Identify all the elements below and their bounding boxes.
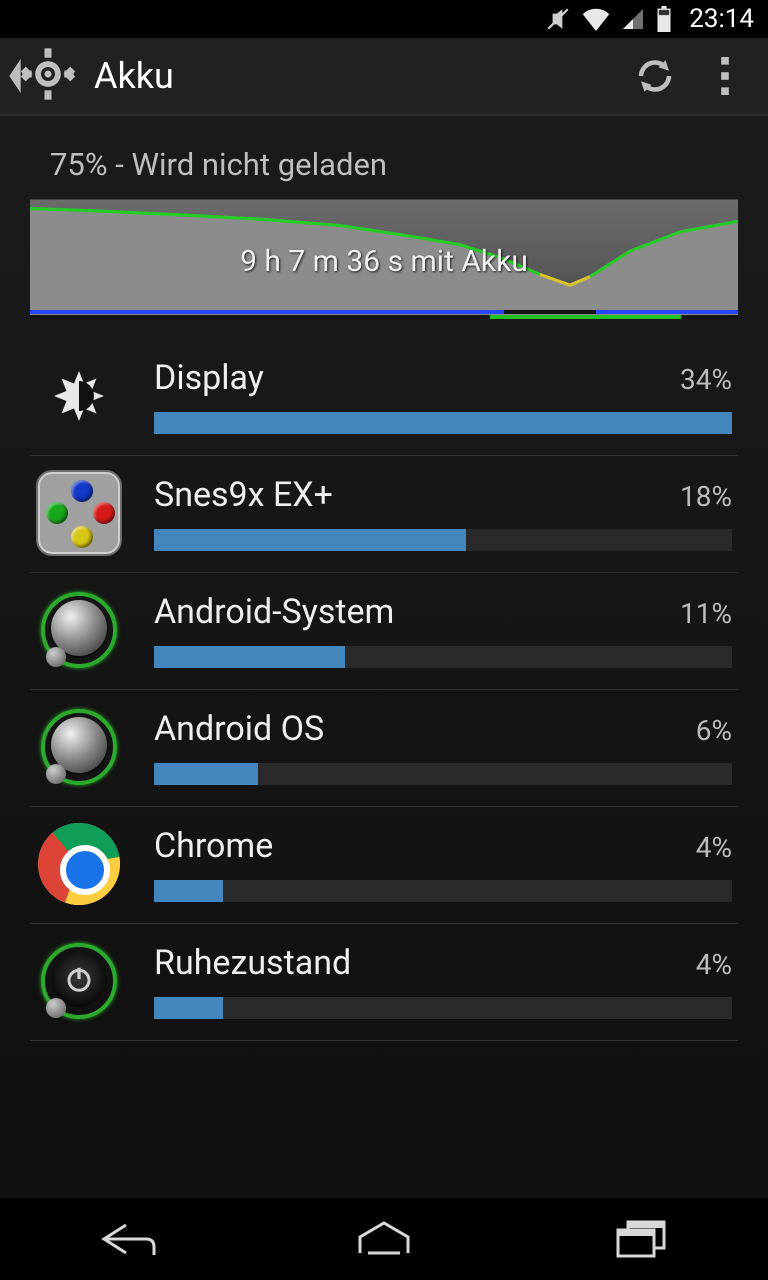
item-percent: 34% (680, 363, 732, 396)
item-name: Snes9x EX+ (154, 475, 670, 515)
item-percent: 4% (696, 831, 732, 864)
settings-gear-icon (20, 46, 76, 106)
battery-item-5[interactable]: Ruhezustand 4% (30, 924, 738, 1041)
mute-icon (545, 6, 571, 32)
content: 75% - Wird nicht geladen 9 h 7 m 36 s mi… (0, 116, 768, 1198)
battery-icon (655, 6, 673, 32)
status-clock: 23:14 (689, 4, 754, 34)
item-bar (154, 997, 732, 1019)
battery-item-3[interactable]: Android OS 6% (30, 690, 738, 807)
chrome-icon (36, 821, 122, 907)
nav-home-button[interactable] (324, 1198, 444, 1280)
power-icon (36, 938, 122, 1024)
item-percent: 11% (680, 597, 732, 630)
nav-recent-button[interactable] (580, 1198, 700, 1280)
battery-item-4[interactable]: Chrome 4% (30, 807, 738, 924)
navigation-bar (0, 1198, 768, 1280)
item-bar (154, 412, 732, 434)
battery-item-2[interactable]: Android-System 11% (30, 573, 738, 690)
chart-tracks (30, 310, 738, 319)
battery-item-0[interactable]: Display 34% (30, 339, 738, 456)
item-percent: 4% (696, 948, 732, 981)
snes-icon (36, 470, 122, 556)
item-bar (154, 880, 732, 902)
item-name: Display (154, 358, 670, 398)
android-icon (36, 704, 122, 790)
item-bar (154, 646, 732, 668)
chart-label: 9 h 7 m 36 s mit Akku (30, 244, 738, 279)
refresh-button[interactable] (620, 38, 690, 114)
page-title: Akku (94, 55, 620, 97)
status-bar: 23:14 (0, 0, 768, 38)
battery-usage-list: Display 34% Snes9x EX+ 18% Android-System 11%… (30, 339, 738, 1041)
battery-item-1[interactable]: Snes9x EX+ 18% (30, 456, 738, 573)
item-name: Ruhezustand (154, 943, 686, 983)
nav-back-button[interactable] (68, 1198, 188, 1280)
item-bar (154, 763, 732, 785)
overflow-menu-button[interactable] (690, 38, 760, 114)
item-name: Android OS (154, 709, 686, 749)
item-percent: 6% (696, 714, 732, 747)
battery-chart[interactable]: 9 h 7 m 36 s mit Akku (30, 199, 738, 317)
wifi-icon (581, 7, 611, 31)
item-name: Android-System (154, 592, 670, 632)
item-name: Chrome (154, 826, 686, 866)
item-bar (154, 529, 732, 551)
cell-signal-icon (621, 7, 645, 31)
brightness-icon (36, 353, 122, 439)
android-icon (36, 587, 122, 673)
battery-summary: 75% - Wird nicht geladen (0, 116, 768, 199)
item-percent: 18% (680, 480, 732, 513)
back-button[interactable] (2, 38, 80, 114)
app-bar: Akku (0, 38, 768, 116)
